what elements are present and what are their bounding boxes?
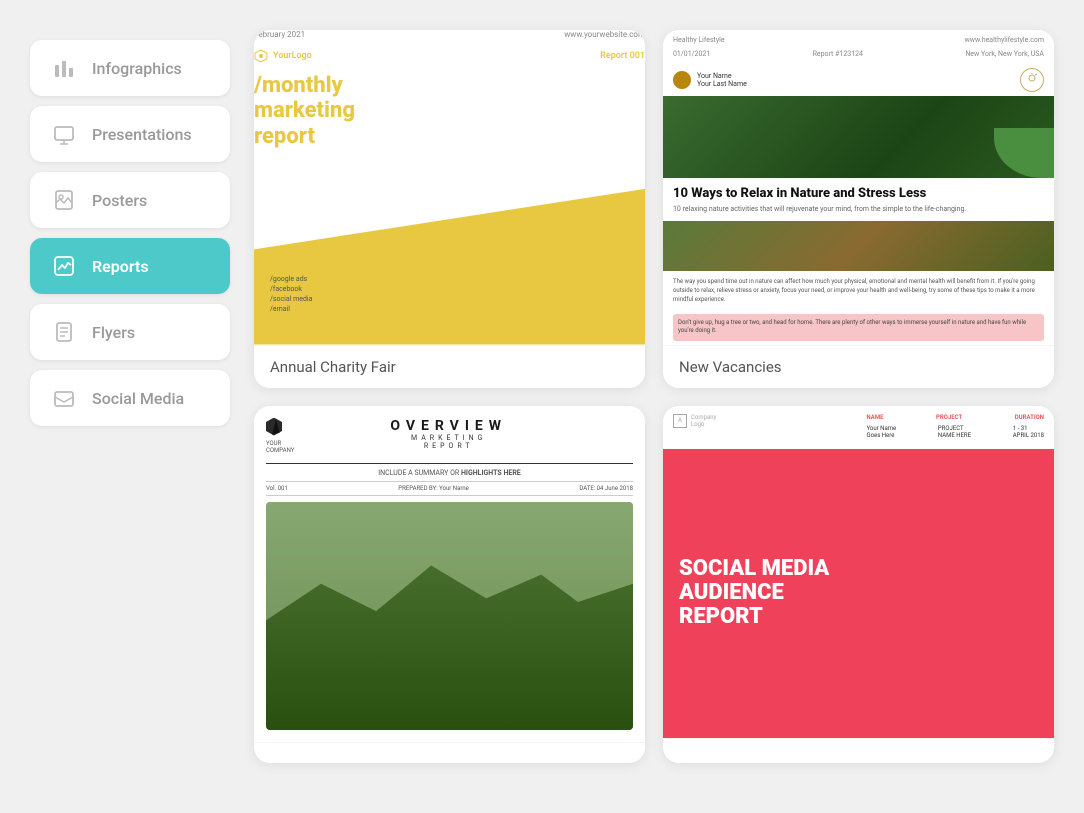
card-overview-report[interactable]: YOURCOMPANY OVERVIEW MARKETING REPORT IN…	[254, 406, 645, 764]
card4-logo-box: A	[673, 414, 687, 428]
card4-data-rows: Your NameGoes Here PROJECTNAME HERE 1 - …	[867, 425, 1045, 441]
card3-meta: Vol. 001 PREPARED BY: Your Name DATE: 04…	[266, 481, 633, 496]
card1-url: www.yourwebsite.com	[564, 30, 645, 39]
card3-forest-image	[266, 502, 633, 731]
flyers-icon	[50, 318, 78, 346]
card4-top: A CompanyLogo NAME PROJECT DURATION	[663, 406, 1054, 449]
card4-logo-area: A CompanyLogo	[673, 414, 859, 428]
card3-top: YOURCOMPANY OVERVIEW MARKETING REPORT	[266, 418, 633, 454]
card2-pink-box: Don't give up, hug a tree or two, and he…	[673, 314, 1044, 341]
sidebar-item-flyers-label: Flyers	[92, 323, 135, 342]
card2-label: New Vacancies	[663, 345, 1054, 388]
card2-preview: Healthy Lifestyle www.healthylifestyle.c…	[663, 30, 1054, 345]
card1-date: February 2021	[254, 30, 305, 39]
card2-forest2	[663, 221, 1054, 271]
card1-report-label: Report 001	[600, 51, 645, 61]
card4-logo-text: CompanyLogo	[691, 414, 716, 428]
card4-right-col: NAME PROJECT DURATION Your NameGoes Here…	[867, 414, 1045, 441]
sidebar-item-reports-label: Reports	[92, 257, 149, 276]
card2-user-row: Your Name Your Last Name	[663, 64, 1054, 96]
sidebar-item-presentations[interactable]: Presentations	[30, 106, 230, 162]
card1-links: /google ads /facebook /social media /ema…	[270, 275, 312, 315]
sidebar-item-infographics[interactable]: Infographics	[30, 40, 230, 96]
card4-social-title: SOCIAL MEDIAAUDIENCEREPORT	[679, 557, 1038, 630]
card-annual-charity-fair[interactable]: February 2021 www.yourwebsite.com YourLo…	[254, 30, 645, 388]
sidebar-item-social-media[interactable]: Social Media	[30, 370, 230, 426]
card2-logo-circle	[1020, 68, 1044, 92]
presentations-icon	[50, 120, 78, 148]
card3-preview: YOURCOMPANY OVERVIEW MARKETING REPORT IN…	[254, 406, 645, 743]
card1-yellow-shape	[254, 172, 645, 345]
posters-icon	[50, 186, 78, 214]
card4-column-headers: NAME PROJECT DURATION	[867, 414, 1045, 421]
social-media-icon	[50, 384, 78, 412]
card4-label	[663, 738, 1054, 763]
card1-logo-text: YourLogo	[273, 51, 312, 61]
card2-body-text: The way you spend time out in nature can…	[663, 271, 1054, 310]
card1-title: /monthlymarketingreport	[254, 73, 645, 149]
sidebar-item-reports[interactable]: Reports	[30, 238, 230, 294]
sidebar-item-posters-label: Posters	[92, 191, 147, 210]
templates-grid: February 2021 www.yourwebsite.com YourLo…	[254, 30, 1054, 763]
card2-subtitle: 10 relaxing nature activities that will …	[663, 205, 1054, 221]
sidebar-item-posters[interactable]: Posters	[30, 172, 230, 228]
sidebar-item-flyers[interactable]: Flyers	[30, 304, 230, 360]
sidebar-item-infographics-label: Infographics	[92, 59, 182, 78]
card4-pink-section: SOCIAL MEDIAAUDIENCEREPORT	[663, 449, 1054, 739]
sidebar: Infographics Presentations	[30, 30, 230, 426]
card3-label	[254, 742, 645, 763]
card2-user-info: Your Name Your Last Name	[697, 72, 747, 88]
sidebar-item-presentations-label: Presentations	[92, 125, 192, 144]
card3-divider	[266, 463, 633, 464]
card3-title: OVERVIEW MARKETING REPORT	[294, 418, 603, 450]
card-social-media-report[interactable]: A CompanyLogo NAME PROJECT DURATION	[663, 406, 1054, 764]
reports-icon	[50, 252, 78, 280]
card-new-vacancies[interactable]: Healthy Lifestyle www.healthylifestyle.c…	[663, 30, 1054, 388]
card4-preview: A CompanyLogo NAME PROJECT DURATION	[663, 406, 1054, 739]
sidebar-item-social-media-label: Social Media	[92, 389, 184, 408]
card3-summary: INCLUDE A SUMMARY OR HIGHLIGHTS HERE	[266, 469, 633, 477]
card2-header-bar: Healthy Lifestyle www.healthylifestyle.c…	[663, 30, 1054, 50]
card2-avatar	[673, 71, 691, 89]
chart-bar-icon	[50, 54, 78, 82]
card2-forest-image	[663, 96, 1054, 178]
card3-hex	[266, 418, 282, 436]
card1-preview: February 2021 www.yourwebsite.com YourLo…	[254, 30, 645, 345]
card2-title: 10 Ways to Relax in Nature and Stress Le…	[663, 178, 1054, 206]
card1-label: Annual Charity Fair	[254, 345, 645, 388]
